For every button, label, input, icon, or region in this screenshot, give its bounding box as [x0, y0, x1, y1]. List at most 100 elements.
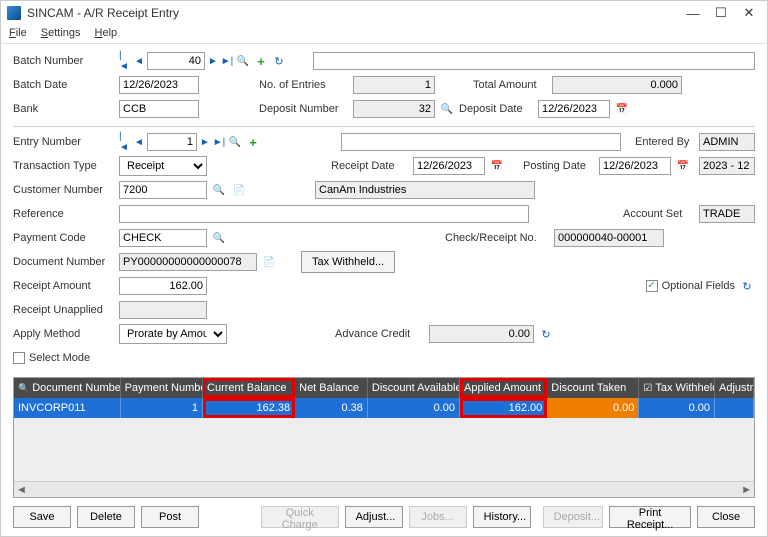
batch-last-icon[interactable]: ►|	[221, 53, 233, 69]
label-check-receipt-no: Check/Receipt No.	[445, 232, 550, 244]
batch-prev-icon[interactable]: ◄	[133, 53, 145, 69]
menu-help[interactable]: Help	[95, 27, 118, 39]
entry-first-icon[interactable]: |◄	[119, 134, 131, 150]
label-posting-date: Posting Date	[523, 160, 595, 172]
grid-header-applied[interactable]: Applied Amount	[460, 378, 547, 398]
menu-settings[interactable]: Settings	[41, 27, 81, 39]
entered-by-field	[699, 133, 755, 151]
payment-code-input[interactable]	[119, 229, 207, 247]
label-apply-method: Apply Method	[13, 328, 115, 340]
entry-last-icon[interactable]: ►|	[213, 134, 225, 150]
table-row[interactable]: INVCORP011 1 162.38 0.38 0.00 162.00 0.0…	[14, 398, 754, 418]
post-button[interactable]: Post	[141, 506, 199, 528]
jobs-button: Jobs...	[409, 506, 467, 528]
posting-date-cal-icon[interactable]	[675, 158, 691, 174]
label-receipt-date: Receipt Date	[331, 160, 409, 172]
maximize-button[interactable]: ☐	[709, 3, 733, 23]
check-receipt-no-field	[554, 229, 664, 247]
grid-header-adj[interactable]: Adjustr	[715, 378, 754, 398]
grid-header-netbal[interactable]: Net Balance	[295, 378, 368, 398]
optional-fields-checkbox[interactable]: Optional Fields	[646, 280, 735, 292]
label-transaction-type: Transaction Type	[13, 160, 115, 172]
minimize-button[interactable]: —	[681, 3, 705, 23]
label-entry-number: Entry Number	[13, 136, 115, 148]
grid-scrollbar[interactable]: ◄ ►	[14, 481, 754, 497]
label-select-mode: Select Mode	[29, 352, 90, 364]
adjust-button[interactable]: Adjust...	[345, 506, 403, 528]
grid-header-docno[interactable]: Document Number	[14, 378, 121, 398]
entry-prev-icon[interactable]: ◄	[133, 134, 145, 150]
save-button[interactable]: Save	[13, 506, 71, 528]
label-account-set: Account Set	[623, 208, 695, 220]
batch-desc-input[interactable]	[313, 52, 755, 70]
history-button[interactable]: History...	[473, 506, 531, 528]
document-number-field	[119, 253, 257, 271]
deposit-date-input[interactable]	[538, 100, 610, 118]
batch-first-icon[interactable]: |◄	[119, 53, 131, 69]
deposit-search-icon[interactable]	[439, 101, 455, 117]
cell-disctaken: 0.00	[547, 398, 639, 418]
transaction-type-select[interactable]: Receipt	[119, 156, 207, 176]
customer-search-icon[interactable]	[211, 182, 227, 198]
menu-file[interactable]: File	[9, 27, 27, 39]
close-button[interactable]: Close	[697, 506, 755, 528]
label-batch-number: Batch Number	[13, 55, 115, 67]
grid-header-disctaken[interactable]: Discount Taken	[547, 378, 639, 398]
entry-search-icon[interactable]	[227, 134, 243, 150]
no-of-entries-field	[353, 76, 435, 94]
label-customer-number: Customer Number	[13, 184, 115, 196]
entry-new-icon[interactable]	[245, 134, 261, 150]
delete-button[interactable]: Delete	[77, 506, 135, 528]
label-payment-code: Payment Code	[13, 232, 115, 244]
customer-name-field	[315, 181, 535, 199]
bank-input[interactable]	[119, 100, 199, 118]
applied-grid[interactable]: Document Number Payment Number Current B…	[13, 377, 755, 498]
batch-new-icon[interactable]	[253, 53, 269, 69]
batch-number-input[interactable]	[147, 52, 205, 70]
batch-search-icon[interactable]	[235, 53, 251, 69]
receipt-date-cal-icon[interactable]	[489, 158, 505, 174]
advance-credit-zoom-icon[interactable]	[538, 326, 554, 342]
cell-discavail: 0.00	[368, 398, 460, 418]
grid-header-taxw[interactable]: Tax Withheld	[639, 378, 715, 398]
batch-next-icon[interactable]: ►	[207, 53, 219, 69]
posting-date-input[interactable]	[599, 157, 671, 175]
scroll-right-icon[interactable]: ►	[741, 484, 752, 496]
grid-header-discavail[interactable]: Discount Available	[368, 378, 460, 398]
print-receipt-button[interactable]: Print Receipt...	[609, 506, 691, 528]
batch-date-input[interactable]	[119, 76, 199, 94]
batch-refresh-icon[interactable]	[271, 53, 287, 69]
receipt-date-input[interactable]	[413, 157, 485, 175]
reference-input[interactable]	[119, 205, 529, 223]
entry-next-icon[interactable]: ►	[199, 134, 211, 150]
label-reference: Reference	[13, 208, 115, 220]
select-mode-checkbox[interactable]: Select Mode	[13, 352, 90, 364]
customer-doc-icon[interactable]	[231, 182, 247, 198]
fiscal-period-field	[699, 157, 755, 175]
label-advance-credit: Advance Credit	[335, 328, 425, 340]
label-receipt-unapplied: Receipt Unapplied	[13, 304, 115, 316]
cell-payno: 1	[121, 398, 203, 418]
tax-withheld-button[interactable]: Tax Withheld...	[301, 251, 395, 273]
customer-number-input[interactable]	[119, 181, 207, 199]
grid-header-payno[interactable]: Payment Number	[121, 378, 203, 398]
quick-charge-button: Quick Charge	[261, 506, 339, 528]
optional-fields-zoom-icon[interactable]	[739, 278, 755, 294]
label-bank: Bank	[13, 103, 115, 115]
label-optional-fields: Optional Fields	[662, 280, 735, 292]
close-window-button[interactable]: ✕	[737, 3, 761, 23]
cell-curbal: 162.38	[203, 398, 295, 418]
receipt-amount-input[interactable]	[119, 277, 207, 295]
label-document-number: Document Number	[13, 256, 115, 268]
scroll-left-icon[interactable]: ◄	[16, 484, 27, 496]
entry-number-input[interactable]	[147, 133, 197, 151]
deposit-date-cal-icon[interactable]	[614, 101, 630, 117]
apply-method-select[interactable]: Prorate by Amount	[119, 324, 227, 344]
label-deposit-date: Deposit Date	[459, 103, 534, 115]
document-doc-icon[interactable]	[261, 254, 277, 270]
payment-code-search-icon[interactable]	[211, 230, 227, 246]
account-set-field	[699, 205, 755, 223]
grid-header-curbal[interactable]: Current Balance	[203, 378, 295, 398]
cell-netbal: 0.38	[295, 398, 368, 418]
entry-desc-input[interactable]	[341, 133, 621, 151]
